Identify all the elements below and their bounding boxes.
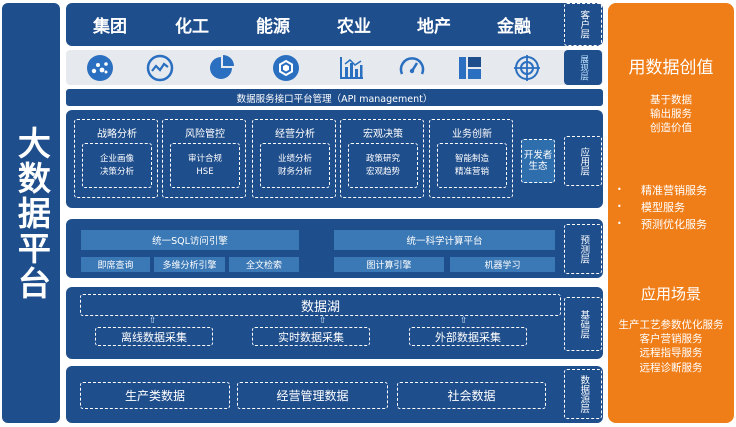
service-item: • 模型服务 bbox=[617, 199, 734, 216]
sql-engine-bar: 统一SQL访问引擎 bbox=[81, 230, 299, 250]
radar-target-icon bbox=[514, 55, 540, 81]
module-detail-box: 政策研究 宏观趋势 bbox=[348, 143, 418, 188]
base-layer-tag: 基础层 bbox=[564, 297, 602, 351]
scene-item: 远程诊断服务 bbox=[639, 361, 703, 374]
up-arrow-icon: ⇧ bbox=[149, 316, 157, 326]
module-line: 精准营销 bbox=[454, 166, 489, 177]
data-source-box: 经营管理数据 bbox=[237, 382, 388, 409]
sql-sub-item: 多维分析引擎 bbox=[154, 257, 225, 272]
service-label: 精准营销服务 bbox=[641, 184, 707, 197]
science-platform-bar: 统一科学计算平台 bbox=[334, 230, 555, 250]
display-layer-tag: 展现层 bbox=[564, 50, 602, 85]
customer-layer-tag: 客户层 bbox=[564, 3, 602, 46]
up-arrow-icon: ⇧ bbox=[460, 316, 468, 326]
collection-box: 外部数据采集 bbox=[409, 327, 527, 346]
app-module-operations: 经营分析 业绩分析 财务分析 bbox=[252, 119, 336, 198]
module-line: 智能制造 bbox=[454, 154, 489, 165]
layer-tag-label: 展现层 bbox=[578, 54, 589, 81]
app-module-risk: 风险管控 审计合规 HSE bbox=[162, 119, 246, 198]
module-title: 风险管控 bbox=[185, 128, 225, 140]
sql-sub-item: 即席查询 bbox=[81, 257, 150, 272]
scene-item: 生产工艺参数优化服务 bbox=[618, 319, 724, 331]
app-module-innovation: 业务创新 智能制造 精准营销 bbox=[429, 119, 513, 198]
left-column: 大数据平台 bbox=[2, 3, 60, 423]
module-title: 经营分析 bbox=[275, 128, 315, 140]
column-blocks-icon bbox=[459, 57, 481, 79]
service-list: • 精准营销服务 • 模型服务 • 预测优化服务 bbox=[617, 182, 734, 233]
customer-item: 化工 bbox=[175, 17, 209, 37]
module-line: 决策分析 bbox=[99, 166, 134, 177]
service-item: • 预测优化服务 bbox=[617, 216, 734, 233]
science-sub-item: 图计算引擎 bbox=[334, 257, 444, 272]
bullet-icon: • bbox=[617, 185, 622, 195]
developer-ecosystem-box: 开发者生态 bbox=[521, 139, 555, 183]
service-label: 模型服务 bbox=[641, 201, 685, 215]
module-line: 企业画像 bbox=[99, 154, 134, 165]
science-sub-item: 机器学习 bbox=[450, 257, 555, 272]
service-label: 预测优化服务 bbox=[641, 218, 707, 232]
value-title: 用数据创值 bbox=[628, 58, 714, 78]
module-line: 业绩分析 bbox=[277, 154, 312, 165]
layer-tag-label: 客户层 bbox=[578, 10, 590, 39]
scene-title: 应用场景 bbox=[640, 285, 701, 303]
module-detail-box: 企业画像 决策分析 bbox=[82, 143, 152, 188]
bullet-icon: • bbox=[617, 202, 622, 212]
customer-item: 集团 bbox=[93, 17, 127, 37]
value-subtitle: 基于数据 输出服务 创造价值 bbox=[608, 93, 734, 136]
value-subtitle-line: 基于数据 bbox=[650, 94, 692, 106]
module-title: 战略分析 bbox=[97, 128, 137, 140]
scene-item: 客户营销服务 bbox=[639, 333, 703, 346]
up-arrow-icon: ⇧ bbox=[319, 316, 327, 326]
layer-tag-label: 基础层 bbox=[578, 309, 590, 339]
api-management-bar: 数据服务接口平台管理（API management） bbox=[66, 89, 603, 106]
customer-item: 能源 bbox=[256, 17, 290, 37]
gauge-icon bbox=[399, 57, 425, 75]
data-source-box: 生产类数据 bbox=[80, 382, 230, 409]
module-line: HSE bbox=[196, 166, 214, 177]
bullet-icon: • bbox=[617, 219, 622, 229]
sql-sub-item: 全文检索 bbox=[229, 257, 299, 272]
bar-chart-icon bbox=[340, 57, 363, 79]
customer-item: 地产 bbox=[417, 17, 451, 37]
module-line: 审计合规 bbox=[187, 154, 222, 165]
pie-chart-icon bbox=[210, 55, 234, 79]
collection-box: 离线数据采集 bbox=[95, 327, 213, 346]
app-module-macro: 宏观决策 政策研究 宏观趋势 bbox=[340, 119, 424, 198]
module-detail-box: 智能制造 精准营销 bbox=[437, 143, 507, 188]
layer-tag-label: 预测层 bbox=[578, 234, 590, 264]
line-trend-icon bbox=[146, 54, 174, 82]
module-detail-box: 审计合规 HSE bbox=[170, 143, 240, 188]
scene-list: 生产工艺参数优化服务 客户营销服务 远程指导服务 远程诊断服务 bbox=[608, 318, 734, 375]
customer-item: 金融 bbox=[497, 17, 531, 37]
layer-tag-label: 数据源层 bbox=[578, 375, 590, 413]
module-detail-box: 业绩分析 财务分析 bbox=[260, 143, 330, 188]
platform-title: 大数据平台 bbox=[12, 125, 52, 301]
data-source-box: 社会数据 bbox=[397, 382, 546, 409]
value-subtitle-line: 输出服务 bbox=[650, 108, 692, 121]
prediction-layer-tag: 预测层 bbox=[564, 224, 602, 274]
module-line: 财务分析 bbox=[277, 166, 312, 177]
data-source-layer-tag: 数据源层 bbox=[564, 369, 602, 419]
scene-item: 远程指导服务 bbox=[639, 347, 703, 360]
service-item: • 精准营销服务 bbox=[617, 182, 734, 199]
module-line: 宏观趋势 bbox=[365, 166, 400, 177]
scatter-chart-icon bbox=[87, 55, 113, 81]
application-layer-tag: 应用层 bbox=[564, 136, 602, 186]
module-title: 宏观决策 bbox=[363, 128, 403, 140]
module-line: 政策研究 bbox=[365, 154, 400, 165]
customer-item: 农业 bbox=[337, 17, 371, 37]
hexagon-icon bbox=[273, 55, 299, 81]
value-subtitle-line: 创造价值 bbox=[650, 122, 692, 135]
layer-tag-label: 应用层 bbox=[578, 146, 590, 176]
module-title: 业务创新 bbox=[452, 128, 492, 140]
collection-box: 实时数据采集 bbox=[252, 327, 370, 346]
app-module-strategy: 战略分析 企业画像 决策分析 bbox=[74, 119, 158, 198]
data-lake-box: 数据湖 bbox=[80, 294, 561, 316]
